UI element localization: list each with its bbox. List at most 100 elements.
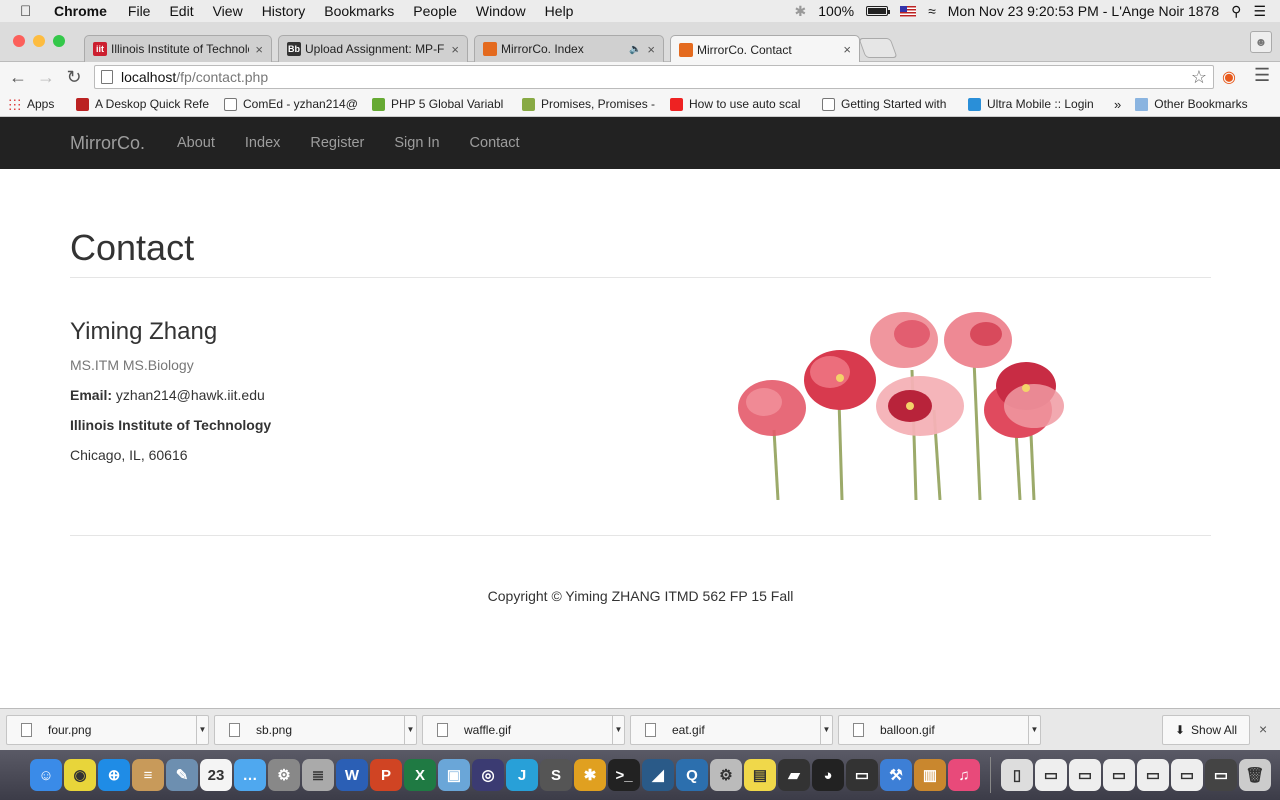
utility-icon[interactable]: ⚙ — [710, 759, 742, 791]
bluetooth-icon[interactable]: ✱ — [795, 3, 807, 20]
menu-people[interactable]: People — [413, 3, 457, 19]
virtualbox-icon[interactable]: ▣ — [438, 759, 470, 791]
menu-history[interactable]: History — [262, 3, 306, 19]
menu-file[interactable]: File — [128, 3, 151, 19]
apple-icon[interactable]:  — [20, 3, 38, 20]
new-tab-button[interactable] — [858, 38, 898, 58]
close-tab-icon[interactable]: × — [843, 42, 851, 57]
xcode-icon[interactable]: ⚒ — [880, 759, 912, 791]
menu-bookmarks[interactable]: Bookmarks — [324, 3, 394, 19]
mysql-icon[interactable]: ◢ — [642, 759, 674, 791]
nav-index[interactable]: Index — [245, 135, 280, 151]
console-icon[interactable]: ▭ — [846, 759, 878, 791]
menu-help[interactable]: Help — [545, 3, 574, 19]
close-tab-icon[interactable]: × — [647, 42, 655, 57]
clock[interactable]: Mon Nov 23 9:20:53 PM — [948, 3, 1099, 19]
nav-sign-in[interactable]: Sign In — [394, 135, 439, 151]
tab-upload-assignment[interactable]: Bb Upload Assignment: MP-Fi × — [278, 35, 468, 62]
notes-icon[interactable]: ≡ — [132, 759, 164, 791]
bookmark-other-bookmarks[interactable]: Other Bookmarks — [1135, 97, 1248, 111]
qq-icon[interactable]: ◕ — [812, 759, 844, 791]
bookmark-ultra-mobile[interactable]: Ultra Mobile :: Login — [968, 97, 1108, 111]
preview-icon[interactable]: ✎ — [166, 759, 198, 791]
zoom-window-button[interactable] — [53, 35, 65, 47]
calendar-icon[interactable]: 23 — [200, 759, 232, 791]
bookmark-youtube-auto-scale[interactable]: How to use auto scal — [670, 97, 814, 111]
show-all-downloads-button[interactable]: ⬇ Show All — [1162, 715, 1250, 745]
archive-icon[interactable]: ▥ — [914, 759, 946, 791]
address-bar[interactable]: localhost/fp/contact.php ☆ — [94, 65, 1214, 89]
audio-playing-icon[interactable]: 🔈 — [629, 44, 641, 55]
battery-icon[interactable] — [866, 6, 891, 16]
wifi-icon[interactable]: ≈ — [928, 3, 936, 19]
site-brand[interactable]: MirrorCo. — [70, 133, 145, 154]
bookmark-php-globals[interactable]: PHP 5 Global Variabl — [372, 97, 514, 111]
menu-app-name[interactable]: Chrome — [54, 3, 107, 19]
user-name[interactable]: L'Ange Noir 1878 — [1111, 3, 1219, 19]
profile-icon[interactable]: ☻ — [1250, 31, 1272, 53]
download-item[interactable]: waffle.gif ▼ — [422, 715, 625, 745]
sublime-icon[interactable]: S — [540, 759, 572, 791]
bookmark-apps[interactable]: Apps — [8, 97, 68, 111]
chevron-down-icon[interactable]: ▼ — [1028, 716, 1040, 744]
settings-icon[interactable]: ⚙ — [268, 759, 300, 791]
close-tab-icon[interactable]: × — [451, 42, 459, 57]
finder-icon[interactable]: ☺ — [30, 759, 62, 791]
stickies-icon[interactable]: ▤ — [744, 759, 776, 791]
window-5-icon[interactable]: ▭ — [1171, 759, 1203, 791]
forward-arrow-icon[interactable]: → — [32, 67, 60, 88]
tab-iit[interactable]: iit Illinois Institute of Technolo × — [84, 35, 272, 62]
close-window-button[interactable] — [13, 35, 25, 47]
chevron-down-icon[interactable]: ▼ — [196, 716, 208, 744]
powerpoint-icon[interactable]: P — [370, 759, 402, 791]
wireless-icon[interactable]: ✱ — [574, 759, 606, 791]
trash-icon[interactable]: 🗑 — [1239, 759, 1271, 791]
bookmark-desktop-quick-ref[interactable]: A Deskop Quick Refe — [76, 97, 216, 111]
nav-contact[interactable]: Contact — [470, 135, 520, 151]
download-item[interactable]: four.png ▼ — [6, 715, 209, 745]
window-2-icon[interactable]: ▭ — [1069, 759, 1101, 791]
window-6-icon[interactable]: ▭ — [1205, 759, 1237, 791]
chevron-down-icon[interactable]: ▼ — [612, 716, 624, 744]
eclipse-icon[interactable]: ◎ — [472, 759, 504, 791]
back-arrow-icon[interactable]: ← — [4, 67, 32, 88]
excel-icon[interactable]: X — [404, 759, 436, 791]
bookmarks-overflow-icon[interactable]: » — [1114, 97, 1121, 112]
projector-icon[interactable]: ▰ — [778, 759, 810, 791]
download-item[interactable]: eat.gif ▼ — [630, 715, 833, 745]
battery-text[interactable]: 100% — [818, 3, 854, 19]
database-icon[interactable]: ≣ — [302, 759, 334, 791]
close-icon[interactable]: × — [1259, 721, 1267, 737]
terminal-icon[interactable]: >_ — [608, 759, 640, 791]
chrome-icon[interactable]: ◉ — [64, 759, 96, 791]
intellij-icon[interactable]: J — [506, 759, 538, 791]
menu-edit[interactable]: Edit — [169, 3, 193, 19]
minimize-window-button[interactable] — [33, 35, 45, 47]
tab-mirrorco-index[interactable]: MirrorCo. Index 🔈 × — [474, 35, 664, 62]
window-1-icon[interactable]: ▭ — [1035, 759, 1067, 791]
messages-icon[interactable]: … — [234, 759, 266, 791]
bookmark-comed[interactable]: ComEd - yzhan214@ — [224, 97, 364, 111]
safari-icon[interactable]: ⊕ — [98, 759, 130, 791]
chrome-menu-icon[interactable]: ☰ — [1254, 65, 1270, 86]
reload-icon[interactable]: ↻ — [60, 67, 88, 88]
menu-window[interactable]: Window — [476, 3, 526, 19]
chevron-down-icon[interactable]: ▼ — [820, 716, 832, 744]
word-icon[interactable]: W — [336, 759, 368, 791]
download-item[interactable]: balloon.gif ▼ — [838, 715, 1041, 745]
nav-about[interactable]: About — [177, 135, 215, 151]
notification-center-icon[interactable]: ☰ — [1253, 3, 1266, 20]
document-icon[interactable]: ▯ — [1001, 759, 1033, 791]
download-item[interactable]: sb.png ▼ — [214, 715, 417, 745]
window-4-icon[interactable]: ▭ — [1137, 759, 1169, 791]
spotlight-icon[interactable]: ⚲ — [1231, 3, 1241, 20]
bookmark-star-icon[interactable]: ☆ — [1191, 67, 1207, 88]
menu-view[interactable]: View — [213, 3, 243, 19]
close-tab-icon[interactable]: × — [255, 42, 263, 57]
window-3-icon[interactable]: ▭ — [1103, 759, 1135, 791]
bookmark-promises[interactable]: Promises, Promises - — [522, 97, 662, 111]
nav-register[interactable]: Register — [310, 135, 364, 151]
input-source-flag-icon[interactable] — [900, 5, 917, 17]
quicktime-icon[interactable]: Q — [676, 759, 708, 791]
bookmark-getting-started[interactable]: Getting Started with — [822, 97, 960, 111]
